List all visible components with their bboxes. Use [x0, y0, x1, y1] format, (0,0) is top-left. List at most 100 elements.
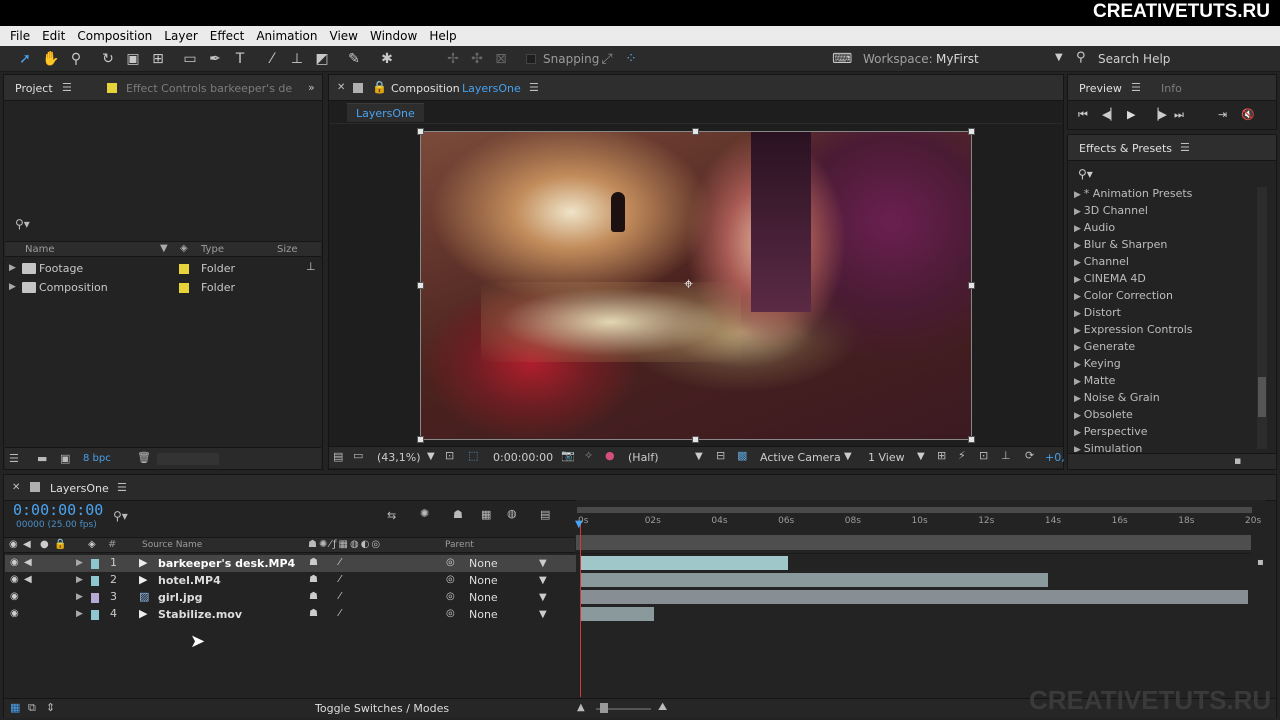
- project-menu-icon[interactable]: ☰: [62, 81, 72, 94]
- effect-category[interactable]: ▶ Channel: [1074, 255, 1129, 268]
- timeline-timecode[interactable]: 0:00:00:00: [13, 501, 103, 519]
- trash-icon[interactable]: 🗑: [137, 451, 151, 464]
- transfer-controls-toggle-icon[interactable]: ⧉: [28, 701, 36, 715]
- transform-handle[interactable]: [968, 282, 975, 289]
- type-tool-icon[interactable]: T: [231, 50, 249, 68]
- pickwhip-icon[interactable]: ◎: [446, 557, 455, 568]
- eye-icon[interactable]: ◉: [10, 591, 19, 602]
- parent-dropdown-icon[interactable]: ▼: [539, 558, 547, 569]
- effect-category[interactable]: ▶ Color Correction: [1074, 289, 1173, 302]
- tab-effects-presets[interactable]: Effects & Presets: [1079, 142, 1172, 155]
- eye-icon[interactable]: ◉: [10, 608, 19, 619]
- timeline-side-icon[interactable]: ▪: [1257, 557, 1264, 568]
- parent-value[interactable]: None: [469, 608, 498, 621]
- tab-preview[interactable]: Preview: [1079, 82, 1122, 95]
- composition-menu-icon[interactable]: ☰: [529, 81, 539, 94]
- effect-category[interactable]: ▶ Noise & Grain: [1074, 391, 1160, 404]
- pickwhip-icon[interactable]: ◎: [446, 591, 455, 602]
- snapshot-icon[interactable]: 📷: [561, 449, 575, 462]
- shy-switch-icon[interactable]: ☗: [309, 557, 318, 568]
- rectangle-tool-icon[interactable]: ▭: [181, 50, 199, 68]
- show-snapshot-icon[interactable]: ✧: [584, 449, 593, 462]
- lock-icon[interactable]: 🔒: [372, 80, 387, 94]
- list-item[interactable]: ▶ Composition Folder: [4, 279, 322, 296]
- camera-view-value[interactable]: Active Camera: [760, 451, 841, 464]
- layer-name[interactable]: Stabilize.mov: [158, 608, 242, 621]
- playhead-marker-icon[interactable]: ▼: [575, 519, 583, 530]
- frame-blending-icon[interactable]: ▦: [481, 508, 491, 521]
- exposure-value[interactable]: +0,: [1045, 451, 1065, 464]
- composition-viewer[interactable]: ⌖: [420, 131, 972, 440]
- anchor-point-icon[interactable]: ⌖: [684, 274, 693, 294]
- eye-icon[interactable]: ◉: [10, 574, 19, 585]
- transform-handle[interactable]: [968, 436, 975, 443]
- first-frame-icon[interactable]: ⏮: [1078, 108, 1088, 122]
- effect-category[interactable]: ▶ Expression Controls: [1074, 323, 1193, 336]
- switches-icons[interactable]: ☗✺⁄ƒ▦◍◐◎: [308, 539, 382, 550]
- expand-arrow-icon[interactable]: ▶: [76, 558, 83, 568]
- effects-search-input[interactable]: [1098, 165, 1258, 183]
- views-value[interactable]: 1 View: [868, 451, 905, 464]
- mute-audio-icon[interactable]: 🔇: [1241, 108, 1255, 121]
- always-preview-icon[interactable]: ▤: [333, 450, 343, 463]
- play-icon[interactable]: ▶: [1127, 108, 1135, 121]
- footer-scrollbar[interactable]: [157, 453, 219, 465]
- parent-dropdown-icon[interactable]: ▼: [539, 609, 547, 620]
- effect-category[interactable]: ▶ CINEMA 4D: [1074, 272, 1146, 285]
- tab-effect-controls[interactable]: Effect Controls barkeeper's de: [126, 82, 292, 95]
- layer-duration-bar[interactable]: [581, 573, 1048, 587]
- preview-menu-icon[interactable]: ☰: [1131, 81, 1141, 94]
- tab-project[interactable]: Project: [15, 82, 53, 95]
- time-ruler[interactable]: 0s 02s 04s 06s 08s 10s 12s 14s 16s 18s 20s: [576, 515, 1266, 533]
- parent-value[interactable]: None: [469, 574, 498, 587]
- label-swatch[interactable]: [91, 559, 99, 569]
- quality-switch-icon[interactable]: ⁄: [339, 574, 341, 585]
- tab-info[interactable]: Info: [1161, 82, 1182, 95]
- work-area-navigator[interactable]: [577, 507, 1252, 513]
- next-frame-icon[interactable]: ▕▶: [1150, 108, 1167, 121]
- timeline-menu-icon[interactable]: ☰: [117, 481, 127, 494]
- effects-search-icon[interactable]: ⚲▾: [1078, 167, 1093, 181]
- views-dropdown-icon[interactable]: ▼: [917, 451, 925, 462]
- effects-menu-icon[interactable]: ☰: [1180, 141, 1190, 154]
- col-type[interactable]: Type: [201, 244, 224, 255]
- transform-handle[interactable]: [692, 436, 699, 443]
- menu-animation[interactable]: Animation: [250, 29, 323, 43]
- label-swatch[interactable]: [91, 593, 99, 603]
- last-frame-icon[interactable]: ⏭: [1174, 108, 1184, 122]
- reset-exposure-icon[interactable]: ⟳: [1025, 449, 1034, 462]
- panel-overflow-icon[interactable]: »: [308, 81, 315, 94]
- label-swatch[interactable]: [179, 264, 189, 274]
- quality-switch-icon[interactable]: ⁄: [339, 591, 341, 602]
- effect-category[interactable]: ▶ Perspective: [1074, 425, 1148, 438]
- close-icon[interactable]: ✕: [337, 82, 345, 93]
- layer-duration-bar[interactable]: [581, 590, 1248, 604]
- workspace-dropdown-icon[interactable]: ▼: [1055, 52, 1063, 63]
- transform-handle[interactable]: [968, 128, 975, 135]
- composition-name[interactable]: LayersOne: [462, 82, 521, 95]
- table-row[interactable]: ◉ ▶ 3 ▨ girl.jpg ☗ ⁄ ◎ None ▼: [5, 589, 576, 606]
- comp-mini-flowchart-icon[interactable]: ⇆: [387, 509, 396, 522]
- expand-arrow-icon[interactable]: ▶: [76, 609, 83, 619]
- safe-zones-icon[interactable]: ⊡: [445, 449, 454, 462]
- region-of-interest-icon[interactable]: ⊟: [716, 449, 725, 462]
- fast-previews-icon[interactable]: ⚡: [958, 449, 966, 462]
- project-search-icon[interactable]: ⚲▾: [15, 217, 30, 231]
- shy-switch-icon[interactable]: ☗: [309, 591, 318, 602]
- hand-tool-icon[interactable]: ✋: [42, 50, 60, 68]
- layer-name[interactable]: barkeeper's desk.MP4: [158, 557, 295, 570]
- table-row[interactable]: ◉ ▶ 4 ▶ Stabilize.mov ☗ ⁄ ◎ None ▼: [5, 606, 576, 623]
- label-icon[interactable]: ◈: [88, 539, 96, 550]
- menu-layer[interactable]: Layer: [158, 29, 203, 43]
- effect-category[interactable]: ▶ Obsolete: [1074, 408, 1133, 421]
- transform-handle[interactable]: [417, 282, 424, 289]
- brush-tool-icon[interactable]: ⁄: [263, 50, 281, 68]
- label-swatch[interactable]: [179, 283, 189, 293]
- transform-handle[interactable]: [417, 128, 424, 135]
- puppet-pin-tool-icon[interactable]: ✱: [378, 50, 396, 68]
- effects-scroll-thumb[interactable]: [1258, 377, 1266, 417]
- toggle-pixel-aspect-icon[interactable]: ⊞: [937, 449, 946, 462]
- ram-preview-icon[interactable]: ⇥: [1218, 108, 1227, 121]
- effect-category[interactable]: ▶ Audio: [1074, 221, 1115, 234]
- zoom-dropdown-icon[interactable]: ▼: [427, 451, 435, 462]
